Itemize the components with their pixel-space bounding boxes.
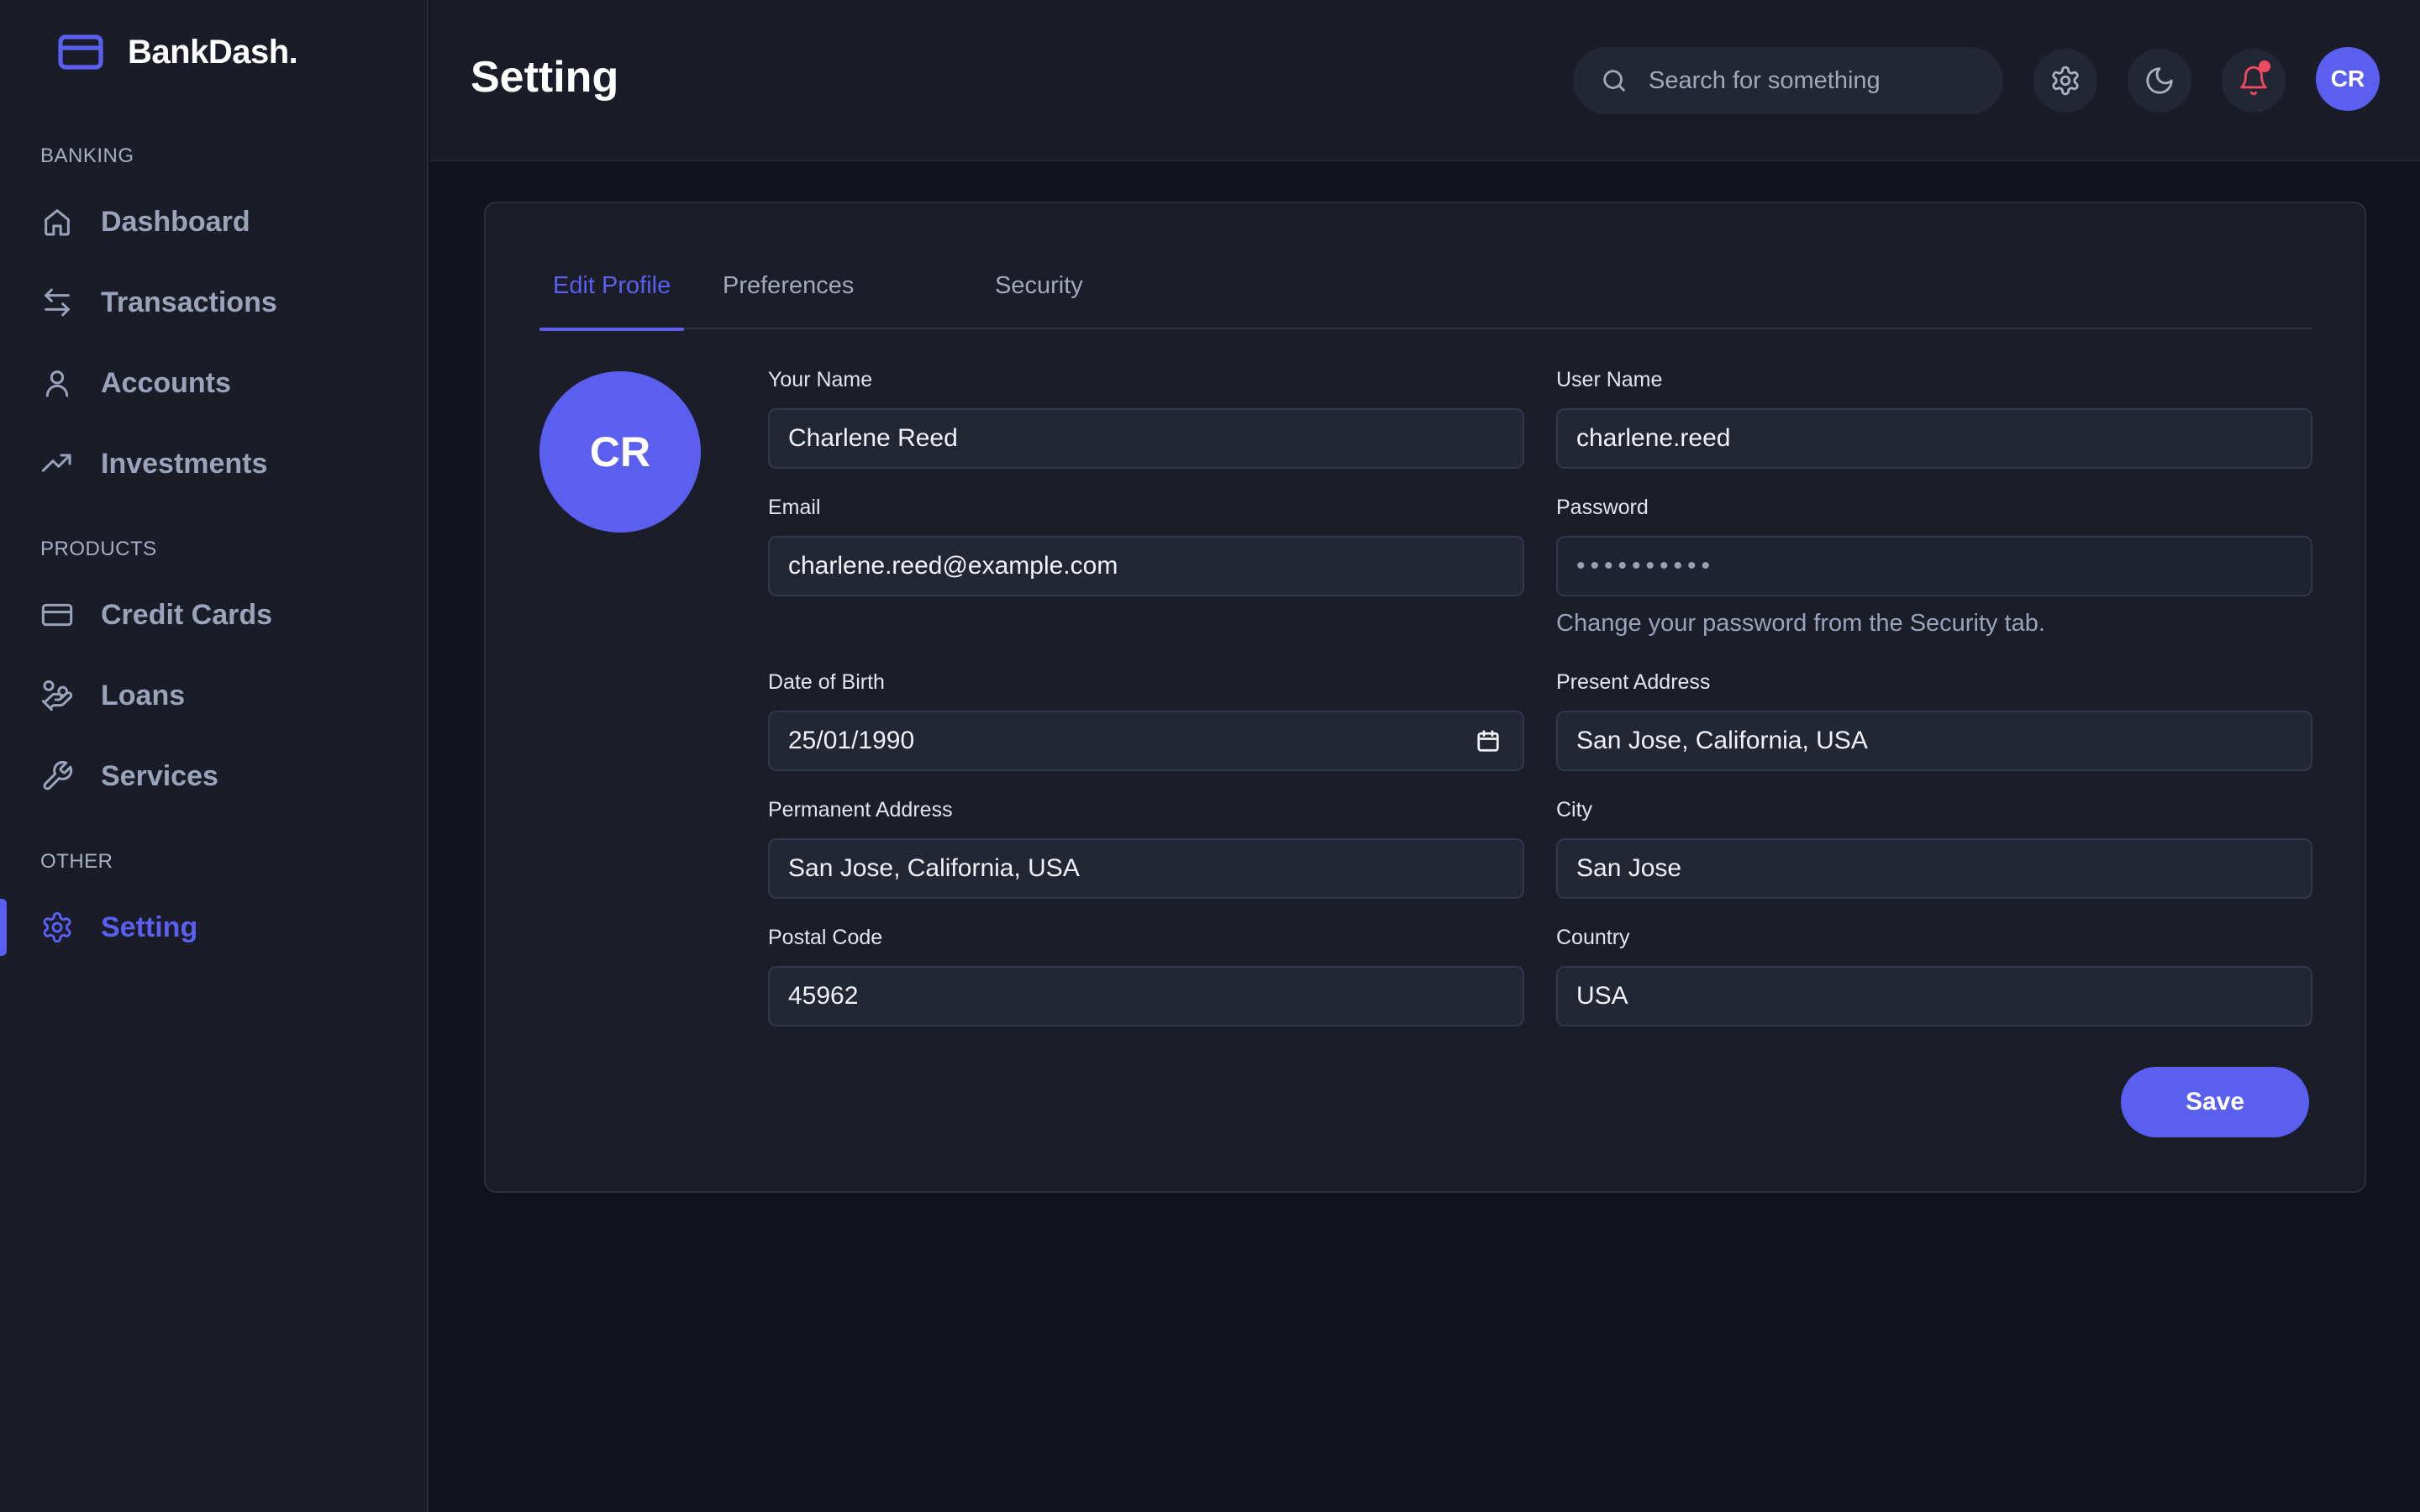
profile-avatar[interactable]: CR (539, 371, 701, 533)
field-label: Password (1556, 496, 1649, 519)
top-bar: Setting CR (430, 0, 2420, 161)
home-icon (45, 209, 70, 236)
password-field: Password (1556, 496, 2312, 596)
save-button[interactable]: Save (2121, 1067, 2309, 1137)
present-address-field: Present Address (1556, 670, 2312, 771)
credit-card-logo-icon (58, 34, 103, 70)
sidebar-item-label: Dashboard (101, 205, 250, 238)
sidebar-item-label: Accounts (101, 366, 231, 399)
tab-label: Preferences (723, 272, 855, 299)
gear-icon (43, 911, 71, 943)
country-input[interactable] (1576, 971, 2292, 1021)
user-icon (45, 370, 69, 397)
input-box (1556, 711, 2312, 771)
your-name-input[interactable] (788, 413, 1504, 464)
active-indicator (0, 899, 7, 956)
email-field: Email (768, 496, 1524, 596)
input-box (1556, 838, 2312, 899)
permanent-address-field: Permanent Address (768, 798, 1524, 899)
input-box (768, 966, 1524, 1026)
field-label: Postal Code (768, 926, 883, 949)
field-label: Email (768, 496, 821, 519)
sidebar-item-credit-cards[interactable]: Credit Cards (0, 585, 427, 645)
field-label: Your Name (768, 368, 873, 391)
sidebar-item-label: Services (101, 759, 218, 792)
tab-security[interactable]: Security (995, 272, 1083, 329)
field-label: Country (1556, 926, 1630, 949)
sidebar-item-accounts[interactable]: Accounts (0, 353, 427, 413)
settings-card: Edit Profile Preferences Security CR You… (484, 202, 2366, 1193)
page-title: Setting (471, 53, 619, 102)
input-box (768, 408, 1524, 469)
sidebar-item-label: Loans (101, 679, 186, 711)
sidebar-item-label: Investments (101, 447, 268, 480)
permanent-address-input[interactable] (788, 843, 1504, 894)
sidebar-item-investments[interactable]: Investments (0, 433, 427, 494)
section-label-other: OTHER (40, 850, 113, 873)
your-name-field: Your Name (768, 368, 1524, 469)
search-input[interactable] (1649, 55, 1985, 106)
postal-code-input[interactable] (788, 971, 1504, 1021)
date-of-birth-field: Date of Birth (768, 670, 1524, 771)
brand-logo[interactable]: BankDash. (57, 32, 298, 72)
email-input[interactable] (788, 541, 1504, 591)
field-label: City (1556, 798, 1593, 822)
settings-tabs: Edit Profile Preferences Security (539, 272, 2312, 331)
search-bar[interactable] (1573, 47, 2003, 114)
field-label: Present Address (1556, 670, 1711, 694)
tab-label: Security (995, 272, 1083, 299)
moon-icon (2146, 67, 2173, 94)
password-hint: Change your password from the Security t… (1556, 610, 2045, 637)
sidebar-item-setting[interactable]: Setting (0, 897, 427, 958)
settings-button[interactable] (2033, 49, 2097, 113)
sidebar-item-label: Credit Cards (101, 598, 273, 631)
wrench-icon (43, 760, 73, 790)
tab-preferences[interactable]: Preferences (723, 272, 854, 329)
input-box (768, 711, 1524, 771)
gear-icon (2052, 66, 2079, 96)
brand-name: BankDash. (128, 33, 298, 71)
city-input[interactable] (1576, 843, 2292, 894)
hand-coins-icon (41, 680, 73, 711)
credit-card-icon (41, 603, 73, 627)
input-box (768, 838, 1524, 899)
input-box (1556, 408, 2312, 469)
postal-code-field: Postal Code (768, 926, 1524, 1026)
user-name-input[interactable] (1576, 413, 2292, 464)
theme-toggle-button[interactable] (2128, 49, 2191, 113)
input-box (1556, 966, 2312, 1026)
tab-edit-profile[interactable]: Edit Profile (539, 272, 685, 331)
city-field: City (1556, 798, 2312, 899)
field-label: User Name (1556, 368, 1663, 391)
trending-up-icon (41, 454, 71, 472)
input-box (768, 536, 1524, 596)
sidebar-item-label: Setting (101, 911, 198, 943)
country-field: Country (1556, 926, 2312, 1026)
password-input[interactable] (1576, 541, 2292, 591)
calendar-icon[interactable] (1476, 727, 1501, 754)
sidebar-item-transactions[interactable]: Transactions (0, 272, 427, 333)
field-label: Date of Birth (768, 670, 885, 694)
user-name-field: User Name (1556, 368, 2312, 469)
arrows-swap-icon (45, 288, 70, 317)
section-label-banking: BANKING (40, 144, 134, 167)
date-of-birth-input[interactable] (788, 716, 1504, 766)
input-box (1556, 536, 2312, 596)
field-label: Permanent Address (768, 798, 953, 822)
search-icon (1603, 70, 1625, 92)
sidebar-item-label: Transactions (101, 286, 277, 318)
notifications-button[interactable] (2222, 49, 2286, 113)
notification-badge (2259, 60, 2270, 72)
user-avatar[interactable]: CR (2316, 47, 2380, 111)
sidebar-item-loans[interactable]: Loans (0, 665, 427, 726)
sidebar: BankDash. BANKING Dashboard Transactions… (0, 0, 429, 1512)
present-address-input[interactable] (1576, 716, 2292, 766)
sidebar-item-services[interactable]: Services (0, 746, 427, 806)
tab-label: Edit Profile (553, 272, 671, 299)
sidebar-item-dashboard[interactable]: Dashboard (0, 192, 427, 252)
section-label-products: PRODUCTS (40, 538, 157, 560)
